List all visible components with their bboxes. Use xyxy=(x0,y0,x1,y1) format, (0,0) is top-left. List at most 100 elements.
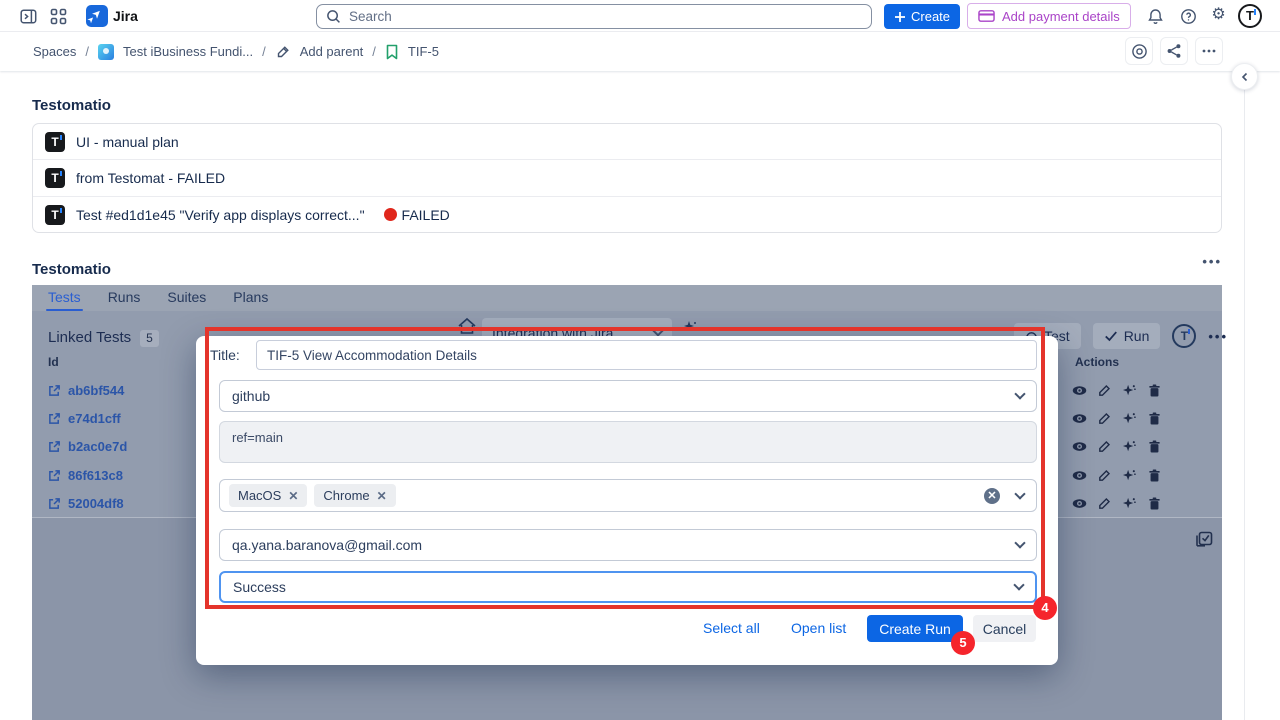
app-title: Jira xyxy=(113,0,138,32)
widget-more-icon[interactable]: ••• xyxy=(1196,254,1222,274)
testomatio-items-card: T UI - manual plan T from Testomat - FAI… xyxy=(32,123,1222,233)
run-title-input[interactable] xyxy=(256,340,1037,370)
linked-test-link[interactable]: ab6bf544 xyxy=(48,380,124,400)
breadcrumb: Spaces / Test iBusiness Fundi... / Add p… xyxy=(33,32,439,71)
avatar-tick xyxy=(1254,9,1257,15)
space-avatar-icon xyxy=(98,44,114,60)
status-select[interactable]: Success xyxy=(219,571,1037,603)
failed-status-dot xyxy=(384,208,397,221)
ai-sparkle-icon[interactable] xyxy=(1122,411,1137,426)
testomatio-item[interactable]: T UI - manual plan xyxy=(33,124,1221,160)
testomatio-circle-logo[interactable]: T xyxy=(1172,324,1196,348)
labels-multiselect[interactable]: MacOS ✕ Chrome ✕ ✕ xyxy=(219,479,1037,512)
create-button-label: Create xyxy=(911,9,950,24)
testomatio-item[interactable]: T Test #ed1d1e45 "Verify app displays co… xyxy=(33,197,1221,233)
view-icon[interactable] xyxy=(1072,496,1087,511)
user-avatar[interactable]: T xyxy=(1238,4,1262,28)
column-header-id: Id xyxy=(48,355,59,369)
edit-pencil-icon[interactable] xyxy=(1097,496,1112,511)
share-icon xyxy=(1166,43,1182,59)
view-icon[interactable] xyxy=(1072,383,1087,398)
create-run-button[interactable]: Create Run xyxy=(867,615,963,642)
remove-tag-icon[interactable]: ✕ xyxy=(377,490,387,502)
linked-test-id: 52004df8 xyxy=(68,496,124,511)
chevron-down-icon xyxy=(652,325,663,336)
share-button[interactable] xyxy=(1160,37,1188,65)
app-switcher-icon[interactable] xyxy=(50,8,67,25)
breadcrumb-page[interactable]: TIF-5 xyxy=(408,44,439,59)
edit-icon xyxy=(275,44,291,60)
linked-test-id: e74d1cff xyxy=(68,411,121,426)
view-icon[interactable] xyxy=(1072,439,1087,454)
watch-button[interactable] xyxy=(1125,37,1153,65)
ai-sparkle-icon[interactable] xyxy=(1122,383,1137,398)
breadcrumb-bar: Spaces / Test iBusiness Fundi... / Add p… xyxy=(0,32,1280,71)
run-button[interactable]: Run xyxy=(1093,323,1161,349)
edit-pencil-icon[interactable] xyxy=(1097,411,1112,426)
view-icon[interactable] xyxy=(1072,411,1087,426)
delete-trash-icon[interactable] xyxy=(1147,468,1162,483)
sidebar-toggle-icon[interactable] xyxy=(20,8,37,25)
widget-tabs: Tests Runs Suites Plans xyxy=(32,285,1222,311)
edit-pencil-icon[interactable] xyxy=(1097,468,1112,483)
tab-plans[interactable]: Plans xyxy=(233,285,268,311)
jira-logo-icon[interactable]: ➤ ➤ xyxy=(86,5,108,27)
assignee-select[interactable]: qa.yana.baranova@gmail.com xyxy=(219,529,1037,561)
edit-pencil-icon[interactable] xyxy=(1097,439,1112,454)
environment-select[interactable]: github xyxy=(219,380,1037,412)
testomatio-item-label: UI - manual plan xyxy=(76,134,179,150)
collapse-panel-button[interactable] xyxy=(1231,63,1258,90)
tag-label: MacOS xyxy=(238,488,281,503)
tab-runs[interactable]: Runs xyxy=(108,285,141,311)
actions-row xyxy=(1072,465,1162,485)
linked-test-link[interactable]: e74d1cff xyxy=(48,408,121,428)
delete-trash-icon[interactable] xyxy=(1147,496,1162,511)
delete-trash-icon[interactable] xyxy=(1147,411,1162,426)
breadcrumb-separator: / xyxy=(372,44,376,59)
column-header-actions: Actions xyxy=(1075,355,1119,369)
bulk-select-icon[interactable] xyxy=(1195,529,1214,548)
create-run-modal: Title: github ref=main MacOS ✕ Chrome ✕ … xyxy=(196,336,1058,665)
linked-test-link[interactable]: 86f613c8 xyxy=(48,465,123,485)
chevron-left-icon xyxy=(1240,72,1250,82)
run-params-textarea[interactable]: ref=main xyxy=(219,421,1037,463)
delete-trash-icon[interactable] xyxy=(1147,383,1162,398)
breadcrumb-space-name[interactable]: Test iBusiness Fundi... xyxy=(123,44,253,59)
widget-toolbar-more-icon[interactable]: ••• xyxy=(1208,329,1228,344)
linked-test-link[interactable]: 52004df8 xyxy=(48,493,124,513)
external-link-icon xyxy=(48,497,61,510)
linked-test-id: b2ac0e7d xyxy=(68,439,127,454)
global-search[interactable] xyxy=(316,4,872,29)
help-icon[interactable] xyxy=(1180,8,1197,25)
jira-page: ➤ ➤ Jira Create Add payment details xyxy=(0,0,1280,720)
notifications-bell-icon[interactable] xyxy=(1147,8,1164,25)
edit-pencil-icon[interactable] xyxy=(1097,383,1112,398)
external-link-icon xyxy=(48,469,61,482)
open-list-link[interactable]: Open list xyxy=(791,620,846,636)
cancel-button[interactable]: Cancel xyxy=(973,615,1036,642)
linked-test-link[interactable]: b2ac0e7d xyxy=(48,436,127,456)
breadcrumb-add-parent[interactable]: Add parent xyxy=(300,44,364,59)
delete-trash-icon[interactable] xyxy=(1147,439,1162,454)
actions-row xyxy=(1072,408,1162,428)
chevron-down-icon xyxy=(1014,537,1025,548)
tab-suites[interactable]: Suites xyxy=(167,285,206,311)
search-input[interactable] xyxy=(349,9,862,24)
breadcrumb-spaces[interactable]: Spaces xyxy=(33,44,76,59)
select-all-link[interactable]: Select all xyxy=(703,620,760,636)
check-icon xyxy=(1104,330,1118,342)
ai-sparkle-icon[interactable] xyxy=(1122,439,1137,454)
ai-sparkle-icon[interactable] xyxy=(1122,468,1137,483)
testomatio-item[interactable]: T from Testomat - FAILED xyxy=(33,160,1221,196)
view-icon[interactable] xyxy=(1072,468,1087,483)
ai-sparkle-icon[interactable] xyxy=(1122,496,1137,511)
add-payment-details-button[interactable]: Add payment details xyxy=(967,3,1131,29)
search-icon xyxy=(326,9,341,24)
remove-tag-icon[interactable]: ✕ xyxy=(288,490,298,502)
create-button[interactable]: Create xyxy=(884,4,960,29)
more-actions-button[interactable] xyxy=(1195,37,1223,65)
clear-all-icon[interactable]: ✕ xyxy=(984,488,1000,504)
settings-gear-icon[interactable]: ⚙ xyxy=(1210,6,1227,23)
more-ellipsis-icon xyxy=(1201,43,1217,59)
tab-tests[interactable]: Tests xyxy=(48,285,81,311)
